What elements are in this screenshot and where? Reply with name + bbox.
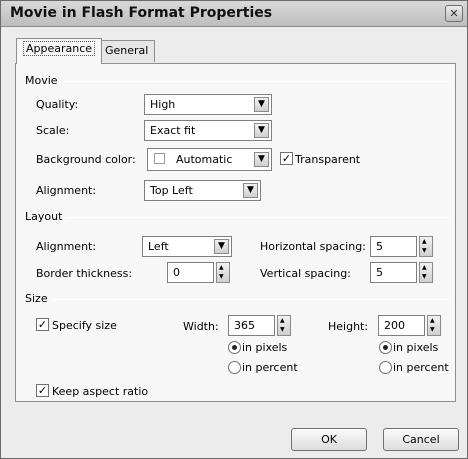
spin-down-icon[interactable]: ▼ (422, 274, 427, 280)
border-thickness-input[interactable]: 0 (167, 262, 214, 283)
height-in-pixels-label: in pixels (393, 341, 439, 354)
width-spinner[interactable]: ▲ ▼ (277, 315, 291, 336)
horizontal-spacing-input[interactable]: 5 (370, 236, 417, 257)
spin-down-icon[interactable]: ▼ (430, 327, 435, 333)
chevron-down-icon[interactable]: ▼ (254, 123, 269, 138)
keep-aspect-ratio-checkbox[interactable]: ✓ (36, 384, 49, 397)
horizontal-spacing-label: Horizontal spacing: (260, 240, 366, 253)
specify-size-label: Specify size (52, 319, 117, 332)
width-input[interactable]: 365 (228, 315, 275, 336)
border-thickness-value: 0 (173, 266, 180, 279)
tab-appearance[interactable]: Appearance (16, 38, 103, 64)
spin-up-icon[interactable]: ▲ (422, 265, 427, 271)
movie-alignment-label: Alignment: (36, 184, 97, 197)
quality-dropdown[interactable]: High ▼ (144, 94, 272, 115)
radio-selected-dot (232, 345, 237, 350)
tab-general[interactable]: General (98, 40, 156, 62)
quality-label: Quality: (36, 98, 79, 111)
close-button[interactable]: ✕ (445, 5, 463, 22)
background-color-dropdown[interactable]: Automatic ▼ (147, 148, 272, 171)
scale-label: Scale: (36, 124, 70, 137)
title-bar[interactable]: Movie in Flash Format Properties ✕ (1, 1, 467, 27)
border-thickness-spinner[interactable]: ▲ ▼ (216, 262, 230, 283)
height-label: Height: (328, 320, 369, 333)
cancel-button[interactable]: Cancel (383, 428, 459, 451)
spin-up-icon[interactable]: ▲ (430, 318, 435, 324)
horizontal-spacing-spinner[interactable]: ▲ ▼ (419, 236, 433, 257)
color-swatch (154, 153, 165, 164)
chevron-down-icon[interactable]: ▼ (254, 152, 269, 167)
section-movie-divider (64, 81, 449, 82)
spin-up-icon[interactable]: ▲ (219, 265, 224, 271)
width-in-pixels-label: in pixels (242, 341, 288, 354)
spin-down-icon[interactable]: ▼ (280, 327, 285, 333)
vertical-spacing-value: 5 (376, 266, 383, 279)
vertical-spacing-input[interactable]: 5 (370, 262, 417, 283)
section-layout-title: Layout (25, 210, 63, 223)
height-value: 200 (384, 319, 405, 332)
quality-value: High (150, 98, 176, 111)
height-spinner[interactable]: ▲ ▼ (427, 315, 441, 336)
height-in-percent-radio[interactable] (379, 361, 392, 374)
appearance-panel: Movie Quality: High ▼ Scale: Exact fit ▼… (15, 63, 456, 402)
transparent-checkbox[interactable]: ✓ (280, 152, 293, 165)
height-in-percent-label: in percent (393, 361, 449, 374)
radio-selected-dot (383, 345, 388, 350)
section-layout-divider (66, 217, 449, 218)
section-size-title: Size (25, 292, 48, 305)
background-color-value: Automatic (176, 153, 233, 166)
movie-alignment-dropdown[interactable]: Top Left ▼ (144, 180, 261, 201)
spin-up-icon[interactable]: ▲ (280, 318, 285, 324)
scale-value: Exact fit (150, 124, 196, 137)
tab-general-label: General (105, 44, 149, 57)
chevron-down-icon[interactable]: ▼ (243, 183, 258, 198)
background-color-label: Background color: (36, 153, 136, 166)
width-in-pixels-radio[interactable] (228, 341, 241, 354)
close-icon: ✕ (449, 7, 459, 20)
vertical-spacing-label: Vertical spacing: (260, 267, 351, 280)
width-label: Width: (183, 320, 219, 333)
spin-down-icon[interactable]: ▼ (422, 248, 427, 254)
layout-alignment-label: Alignment: (36, 240, 97, 253)
width-in-percent-radio[interactable] (228, 361, 241, 374)
spin-up-icon[interactable]: ▲ (422, 239, 427, 245)
section-movie-title: Movie (25, 74, 58, 87)
border-thickness-label: Border thickness: (36, 267, 133, 280)
horizontal-spacing-value: 5 (376, 240, 383, 253)
specify-size-checkbox[interactable]: ✓ (36, 318, 49, 331)
height-input[interactable]: 200 (378, 315, 425, 336)
vertical-spacing-spinner[interactable]: ▲ ▼ (419, 262, 433, 283)
chevron-down-icon[interactable]: ▼ (214, 239, 229, 254)
layout-alignment-value: Left (148, 240, 169, 253)
tab-appearance-label: Appearance (23, 41, 96, 56)
transparent-label: Transparent (295, 153, 361, 166)
height-in-pixels-radio[interactable] (379, 341, 392, 354)
scale-dropdown[interactable]: Exact fit ▼ (144, 120, 272, 141)
spin-down-icon[interactable]: ▼ (219, 274, 224, 280)
layout-alignment-dropdown[interactable]: Left ▼ (142, 236, 232, 257)
movie-alignment-value: Top Left (150, 184, 193, 197)
keep-aspect-ratio-label: Keep aspect ratio (52, 385, 149, 398)
window-title: Movie in Flash Format Properties (10, 5, 273, 21)
properties-dialog: Movie in Flash Format Properties ✕ Appea… (0, 0, 468, 459)
ok-button[interactable]: OK (291, 428, 367, 451)
section-size-divider (52, 299, 449, 300)
width-value: 365 (234, 319, 255, 332)
chevron-down-icon[interactable]: ▼ (254, 97, 269, 112)
width-in-percent-label: in percent (242, 361, 298, 374)
